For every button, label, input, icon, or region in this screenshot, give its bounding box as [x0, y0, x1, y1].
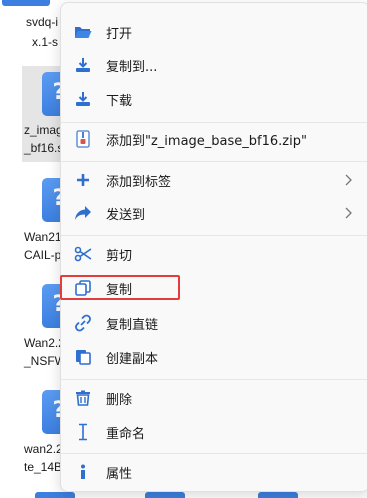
rename-cursor-icon — [73, 422, 93, 442]
file-name[interactable]: svdq-i — [26, 15, 58, 29]
menu-item-label: 属性 — [106, 466, 133, 482]
menu-divider — [61, 379, 367, 380]
menu-item-label: 重命名 — [106, 426, 146, 442]
plus-icon — [73, 170, 93, 190]
menu-item-delete[interactable]: 删除 — [65, 382, 365, 414]
menu-item-properties[interactable]: 属性 — [65, 456, 365, 488]
link-icon — [73, 313, 93, 333]
menu-divider — [61, 453, 367, 454]
menu-item-label: 添加到标签 — [106, 174, 172, 190]
duplicate-icon — [73, 347, 93, 367]
file-name[interactable]: Wan21 — [24, 230, 62, 244]
annotation-highlight-box — [60, 275, 180, 300]
menu-item-download[interactable]: 下载 — [65, 83, 365, 115]
menu-item-label: 复制到... — [106, 59, 158, 75]
menu-item-label: 打开 — [106, 26, 133, 42]
menu-item-label: 添加到"z_image_base_bf16.zip" — [106, 133, 307, 149]
file-icon-bottom — [35, 492, 75, 498]
file-name[interactable]: te_14B — [24, 460, 62, 474]
file-name[interactable]: Wan2.2 — [24, 336, 65, 350]
menu-item-label: 下载 — [106, 93, 133, 109]
file-icon-bottom — [145, 492, 185, 498]
menu-item-send-to[interactable]: 发送到 — [65, 197, 365, 229]
menu-divider — [61, 161, 367, 162]
chevron-right-icon — [345, 207, 352, 219]
file-icon-bottom — [258, 492, 298, 498]
folder-open-icon — [73, 22, 93, 42]
menu-item-label: 剪切 — [106, 248, 133, 264]
copy-to-icon — [73, 55, 93, 75]
file-name[interactable]: x.1-s — [32, 35, 58, 49]
file-icon-top — [2, 0, 50, 6]
menu-item-label: 创建副本 — [106, 351, 159, 367]
info-icon — [73, 462, 93, 482]
file-name[interactable]: CAIL-p — [24, 248, 61, 262]
menu-item-open[interactable]: 打开 — [65, 16, 365, 48]
zip-icon — [73, 129, 93, 149]
menu-item-label: 发送到 — [106, 207, 146, 223]
menu-item-duplicate[interactable]: 创建副本 — [65, 341, 365, 373]
menu-item-cut[interactable]: 剪切 — [65, 238, 365, 270]
menu-item-add-to-zip[interactable]: 添加到"z_image_base_bf16.zip" — [65, 123, 365, 155]
menu-item-add-to-tag[interactable]: 添加到标签 — [65, 164, 365, 196]
menu-item-rename[interactable]: 重命名 — [65, 416, 365, 448]
scissors-icon — [73, 244, 93, 264]
trash-icon — [73, 388, 93, 408]
chevron-right-icon — [345, 174, 352, 186]
menu-item-label: 复制直链 — [106, 317, 159, 333]
menu-item-copy-to[interactable]: 复制到... — [65, 49, 365, 81]
menu-item-copy-link[interactable]: 复制直链 — [65, 307, 365, 339]
file-name[interactable]: _bf16.s — [24, 141, 63, 155]
file-name[interactable]: wan2.2 — [24, 442, 63, 456]
context-menu: 打开 复制到... 下载 添加到"z_image_base_bf16.zip" … — [60, 2, 367, 492]
share-icon — [73, 203, 93, 223]
file-name[interactable]: z_imag — [24, 123, 63, 137]
download-icon — [73, 89, 93, 109]
menu-divider — [61, 235, 367, 236]
menu-item-label: 删除 — [106, 392, 133, 408]
